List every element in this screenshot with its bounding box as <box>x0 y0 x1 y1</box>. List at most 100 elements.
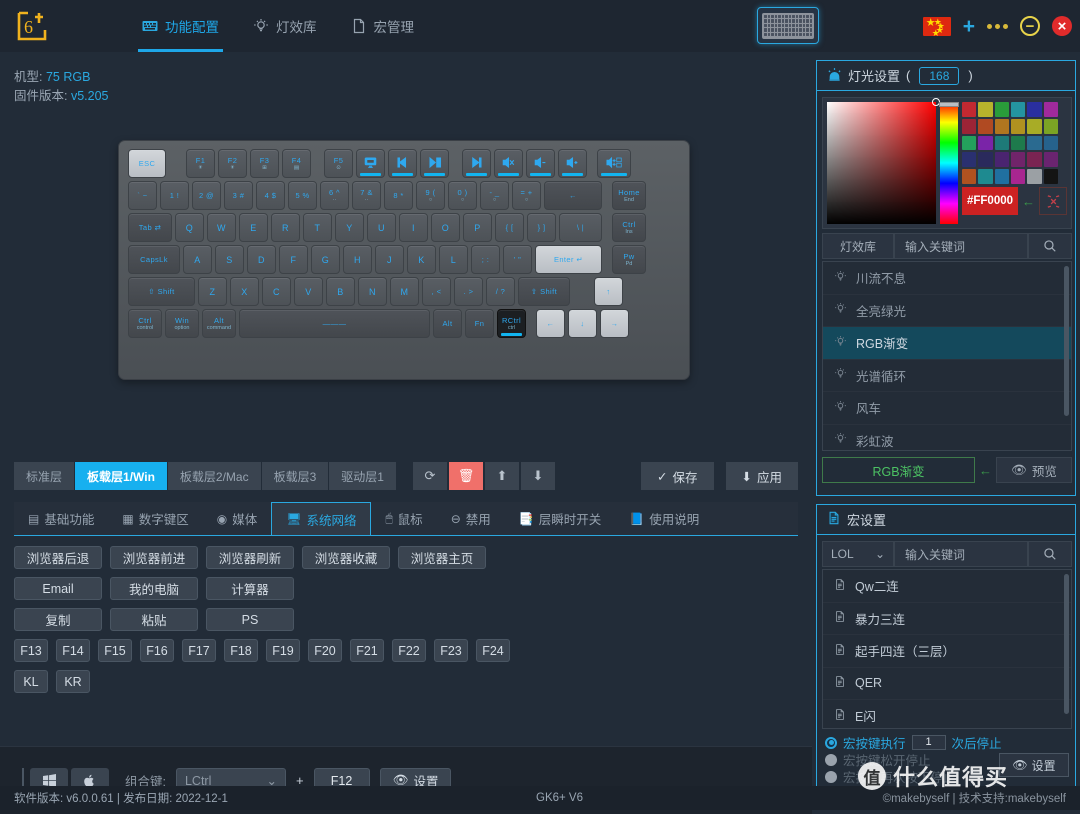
color-swatch-24[interactable] <box>962 169 977 184</box>
function-button--[interactable]: 浏览器收藏 <box>302 546 390 569</box>
key-e[interactable]: E <box>239 213 268 242</box>
key--shift[interactable]: ⇧ Shift <box>128 277 195 306</box>
nav-item-function-config[interactable]: 功能配置 <box>138 0 223 52</box>
radio-count[interactable] <box>825 736 837 749</box>
key-tab-[interactable]: Tab ⇄ <box>128 213 172 242</box>
macro-option-count[interactable]: 宏按键执行 1 次后停止 <box>825 734 1075 751</box>
minimize-button[interactable]: − <box>1020 16 1040 36</box>
function-button-kl[interactable]: KL <box>14 670 48 693</box>
key-k[interactable]: K <box>407 245 436 274</box>
macro-group-select[interactable]: LOL ⌄ <box>822 541 894 567</box>
color-swatch-19[interactable] <box>978 152 993 168</box>
light-list-scrollbar[interactable] <box>1064 266 1069 416</box>
key-playpause[interactable] <box>420 149 449 178</box>
key-d[interactable]: D <box>247 245 276 274</box>
function-button-f18[interactable]: F18 <box>224 639 258 662</box>
layer-tab-onboard2[interactable]: 板载层2/Mac <box>167 462 262 490</box>
color-swatch-5[interactable] <box>1043 102 1058 117</box>
radio-release[interactable] <box>825 753 837 766</box>
key-n[interactable]: N <box>358 277 387 306</box>
key-r[interactable]: R <box>271 213 300 242</box>
key-5-[interactable]: 5 % <box>288 181 317 210</box>
hex-value[interactable]: #FF0000 <box>962 187 1018 215</box>
macro-list-scrollbar[interactable] <box>1064 574 1069 714</box>
color-swatch-6[interactable] <box>962 118 977 134</box>
key--[interactable]: ↑ <box>594 277 623 306</box>
color-swatch-14[interactable] <box>994 135 1009 151</box>
function-button-f13[interactable]: F13 <box>14 639 48 662</box>
light-effect-item[interactable]: 全亮绿光 <box>823 295 1071 327</box>
key-x[interactable]: X <box>230 277 259 306</box>
function-button--[interactable]: 复制 <box>14 608 102 631</box>
color-swatch-23[interactable] <box>1043 152 1058 168</box>
key-v[interactable]: V <box>294 277 323 306</box>
search-icon-2[interactable] <box>1028 541 1072 567</box>
function-button-f17[interactable]: F17 <box>182 639 216 662</box>
function-button--[interactable]: 浏览器前进 <box>110 546 198 569</box>
key-alt[interactable]: Alt <box>433 309 462 338</box>
function-button-f23[interactable]: F23 <box>434 639 468 662</box>
key-1-[interactable]: 1 ! <box>160 181 189 210</box>
color-swatch-29[interactable] <box>1043 169 1058 184</box>
light-effect-item[interactable]: 川流不息 <box>823 262 1071 295</box>
eyedropper-icon[interactable] <box>1039 187 1067 215</box>
key--[interactable]: ← <box>544 181 602 210</box>
key-ctrl[interactable]: Ctrl Ins <box>612 213 646 242</box>
function-button--[interactable]: 浏览器后退 <box>14 546 102 569</box>
key--[interactable]: ↓ <box>568 309 597 338</box>
key-t[interactable]: T <box>303 213 332 242</box>
function-button--[interactable]: 浏览器刷新 <box>206 546 294 569</box>
tab-disable[interactable]: ⊖ 禁用 <box>437 502 505 535</box>
macro-list[interactable]: Qw二连 暴力三连 起手四连（三层） QER E闪 <box>822 569 1072 729</box>
key-pw[interactable]: Pw Pd <box>612 245 646 274</box>
key--[interactable]: = + ○ <box>512 181 541 210</box>
preview-button[interactable]: 👁 预览 <box>996 457 1072 483</box>
color-swatch-13[interactable] <box>978 135 993 151</box>
key-f5[interactable]: F5 ⊙ <box>324 149 353 178</box>
macro-repeat-count-input[interactable]: 1 <box>911 735 946 750</box>
key--[interactable]: ← <box>536 309 565 338</box>
macro-list-item[interactable]: E闪 <box>823 700 1071 728</box>
add-language-icon[interactable]: + <box>963 16 975 37</box>
reset-icon[interactable]: ⟳ <box>412 462 447 490</box>
key-voldown[interactable] <box>526 149 555 178</box>
color-swatch-12[interactable] <box>962 135 977 151</box>
macro-list-item[interactable]: QER <box>823 668 1071 700</box>
close-button[interactable]: × <box>1052 16 1072 36</box>
function-button--[interactable]: 粘贴 <box>110 608 198 631</box>
key-b[interactable]: B <box>326 277 355 306</box>
function-button-f22[interactable]: F22 <box>392 639 426 662</box>
color-swatch-1[interactable] <box>978 102 993 117</box>
function-button-f19[interactable]: F19 <box>266 639 300 662</box>
nav-item-macro-management[interactable]: 宏管理 <box>347 0 419 52</box>
color-swatch-28[interactable] <box>1027 169 1042 184</box>
macro-list-item[interactable]: 起手四连（三层） <box>823 635 1071 668</box>
tab-monitor[interactable]: 🖥 系统网络 <box>271 502 372 535</box>
light-effect-item[interactable]: 彩虹波 <box>823 425 1071 451</box>
saturation-value-field[interactable] <box>827 98 941 224</box>
key-enter-[interactable]: Enter ↵ <box>535 245 602 274</box>
key-j[interactable]: J <box>375 245 404 274</box>
key--[interactable]: \ | <box>559 213 602 242</box>
function-button-kr[interactable]: KR <box>56 670 90 693</box>
key-c[interactable]: C <box>262 277 291 306</box>
layer-tab-standard[interactable]: 标准层 <box>14 462 76 490</box>
more-options-icon[interactable] <box>987 23 1008 29</box>
delete-icon[interactable]: 🗑 <box>448 462 483 490</box>
key-a[interactable]: A <box>183 245 212 274</box>
color-swatch-17[interactable] <box>1043 135 1058 151</box>
key--[interactable]: ` ~ <box>128 181 157 210</box>
key--[interactable]: / ? <box>486 277 515 306</box>
key--shift[interactable]: ⇧ Shift <box>518 277 570 306</box>
key--[interactable]: ; : <box>471 245 500 274</box>
key-capslk[interactable]: CapsLk <box>128 245 180 274</box>
light-effect-item[interactable]: 光谱循环 <box>823 360 1071 392</box>
radio-press-again[interactable] <box>825 770 837 783</box>
light-effect-item[interactable]: 风车 <box>823 392 1071 425</box>
key-f3[interactable]: F3 ⊞ <box>250 149 279 178</box>
color-swatch-11[interactable] <box>1043 118 1058 134</box>
key-esc[interactable]: ESC <box>128 149 166 178</box>
key-i[interactable]: I <box>399 213 428 242</box>
key-home[interactable]: Home End <box>612 181 646 210</box>
tab-numpad[interactable]: ▦ 数字键区 <box>108 502 202 535</box>
